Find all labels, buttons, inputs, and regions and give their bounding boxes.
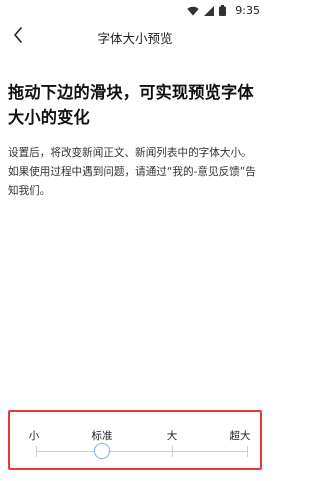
- title-bar: 字体大小预览: [0, 20, 270, 54]
- level-label-standard[interactable]: 标准: [92, 428, 113, 443]
- back-button[interactable]: [6, 24, 30, 50]
- status-time: 9:35: [235, 3, 260, 17]
- chevron-left-icon: [12, 26, 24, 48]
- font-size-preview-screen: 9:35 字体大小预览 拖动下边的滑块，可实现预览字体大小的变化 设置后，将改变…: [0, 0, 270, 481]
- slider-thumb[interactable]: [94, 443, 110, 459]
- slider-track[interactable]: [36, 451, 248, 452]
- page-title: 字体大小预览: [97, 30, 173, 46]
- status-bar: 9:35: [0, 0, 270, 20]
- wifi-icon: [187, 1, 199, 20]
- preview-headline: 拖动下边的滑块，可实现预览字体大小的变化: [8, 83, 254, 127]
- slider-tick: [36, 446, 37, 457]
- level-label-small[interactable]: 小: [29, 428, 40, 443]
- signal-icon: [204, 1, 215, 20]
- preview-description: 设置后，将改变新闻正文、新闻列表中的字体大小。如果使用过程中遇到问题，请通过“我…: [8, 147, 256, 197]
- level-label-extra-large[interactable]: 超大: [230, 428, 251, 443]
- level-label-large[interactable]: 大: [167, 428, 178, 443]
- battery-icon: [219, 1, 227, 20]
- slider-tick: [172, 446, 173, 457]
- slider-tick: [247, 446, 248, 457]
- font-size-slider-panel: 小 标准 大 超大: [8, 410, 262, 470]
